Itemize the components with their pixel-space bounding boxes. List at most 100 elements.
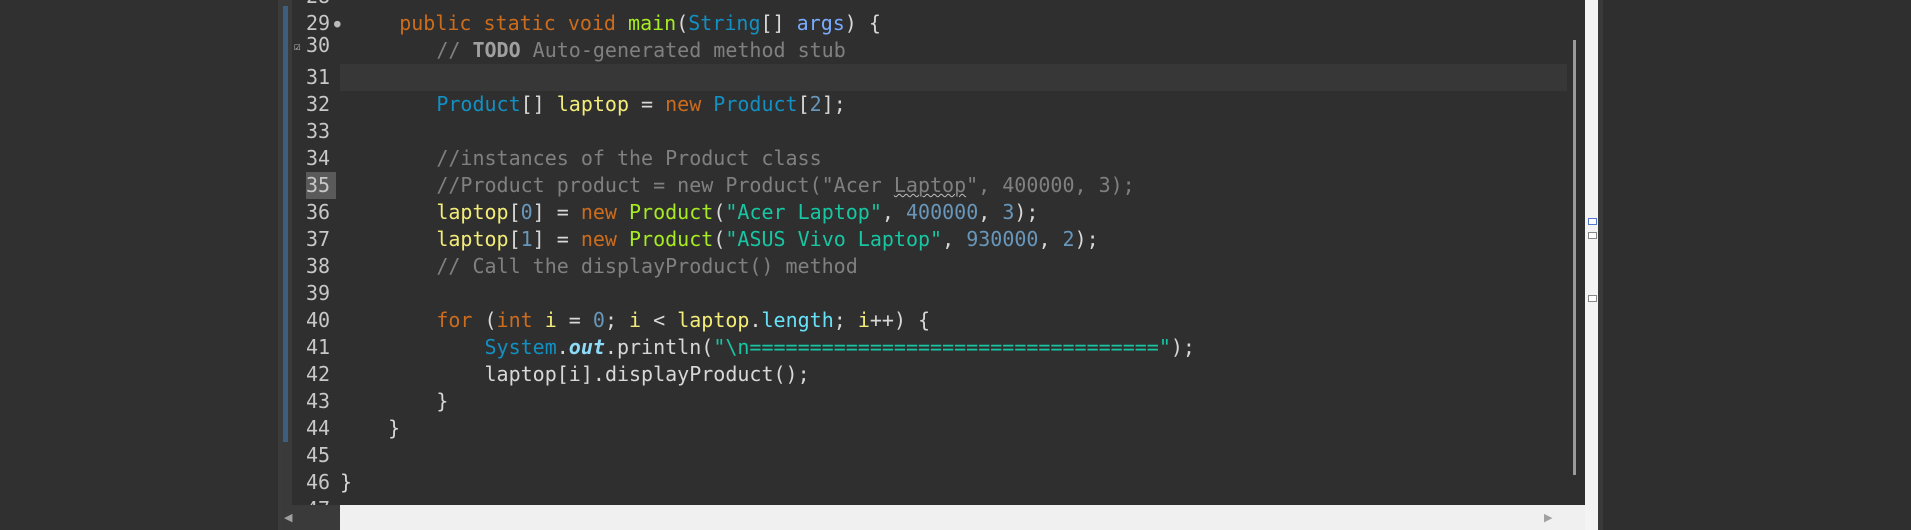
task-icon[interactable]: ☑	[294, 40, 301, 53]
code-token: 0	[520, 200, 533, 224]
current-line-highlight	[340, 64, 1585, 91]
code-token: new	[665, 92, 702, 116]
line-number-gutter[interactable]: 28 29 ● 30 ☑ 31 32 33 34 35 36 37 38 39 …	[292, 0, 341, 505]
code-line: }	[340, 415, 1585, 442]
code-token: ) {	[844, 11, 881, 35]
code-token: args	[796, 11, 845, 35]
code-token: .	[749, 308, 762, 332]
code-token: =	[556, 308, 593, 332]
code-token: //	[436, 38, 473, 62]
code-token: []	[520, 92, 557, 116]
code-token: [	[508, 227, 521, 251]
code-token: 400000	[906, 200, 979, 224]
code-token: }	[388, 416, 401, 440]
arrow-left-icon[interactable]: ◀	[284, 511, 292, 524]
code-token: ();	[773, 362, 810, 386]
code-token: [	[508, 200, 521, 224]
code-line: laptop[i].displayProduct();	[340, 361, 1585, 388]
code-line: }	[340, 388, 1585, 415]
code-token: static	[483, 11, 556, 35]
code-token: //instances of the Product class	[436, 146, 822, 170]
code-token: 2	[1062, 227, 1075, 251]
code-token: laptop	[556, 92, 629, 116]
code-token: for	[436, 308, 473, 332]
code-token: []	[760, 11, 797, 35]
line-number-highlighted: 35	[306, 172, 336, 199]
code-token: Product	[629, 227, 714, 251]
code-token: ] =	[532, 200, 581, 224]
code-token: 930000	[966, 227, 1039, 251]
code-token: .	[604, 335, 617, 359]
code-line: //instances of the Product class	[340, 145, 1585, 172]
change-ruler	[282, 0, 292, 505]
code-text-area[interactable]: public static void main(String[] args) {…	[340, 0, 1585, 505]
code-token: "ASUS Vivo Laptop"	[725, 227, 943, 251]
code-token: (	[472, 308, 497, 332]
code-token: laptop	[436, 200, 509, 224]
code-line: laptop[0] = new Product("Acer Laptop", 4…	[340, 199, 1585, 226]
code-token: ,	[881, 200, 906, 224]
code-token: laptop	[484, 362, 557, 386]
code-token: laptop	[436, 227, 509, 251]
code-token: }	[340, 470, 353, 494]
arrow-right-icon[interactable]: ▶	[1544, 511, 1552, 524]
code-token: 3	[1002, 200, 1015, 224]
code-token: ];	[821, 92, 846, 116]
code-token: length	[761, 308, 834, 332]
code-token: println	[616, 335, 702, 359]
code-token: TODO	[472, 38, 521, 62]
code-token: new	[580, 200, 617, 224]
code-token: ", 400000, 3);	[966, 173, 1135, 197]
code-token: (	[713, 200, 726, 224]
code-token: i	[568, 362, 581, 386]
code-token: String	[688, 11, 761, 35]
code-token: =	[629, 92, 666, 116]
code-token: ++) {	[869, 308, 931, 332]
code-token: [	[797, 92, 810, 116]
code-line: laptop[1] = new Product("ASUS Vivo Lapto…	[340, 226, 1585, 253]
overview-marker[interactable]	[1588, 232, 1597, 239]
vertical-scrollbar-thumb[interactable]	[1573, 40, 1576, 475]
left-panel	[0, 0, 278, 530]
code-token: (	[701, 335, 714, 359]
code-token: public	[399, 11, 472, 35]
code-token: ;	[604, 308, 630, 332]
code-token: // Call the displayProduct() method	[436, 254, 858, 278]
code-token: void	[567, 11, 616, 35]
code-line: public static void main(String[] args) {	[339, 10, 1584, 37]
code-token: 2	[809, 92, 822, 116]
code-token: laptop	[677, 308, 750, 332]
horizontal-scrollbar[interactable]: ◀ ▶	[282, 505, 1585, 530]
code-token: i	[629, 308, 642, 332]
code-token: );	[1170, 335, 1195, 359]
code-token: (	[713, 227, 726, 251]
overview-marker[interactable]	[1588, 218, 1597, 225]
code-token: }	[436, 389, 449, 413]
overview-marker[interactable]	[1588, 295, 1597, 302]
code-token: "\n=================================="	[713, 335, 1171, 359]
code-token: displayProduct	[604, 362, 774, 386]
code-token: new	[580, 227, 617, 251]
code-line: // TODO Auto-generated method stub	[340, 37, 1585, 64]
code-token: out	[568, 335, 605, 359]
code-line: System.out.println("\n==================…	[340, 334, 1585, 361]
code-token: i	[857, 308, 870, 332]
code-token: Product	[713, 92, 798, 116]
right-panel	[1601, 0, 1911, 530]
code-line: //Product product = new Product("Acer La…	[340, 172, 1585, 199]
vertical-scrollbar[interactable]	[1567, 0, 1585, 505]
code-token: );	[1014, 200, 1039, 224]
code-token: ,	[942, 227, 967, 251]
code-token: //Product product = new Product("Acer	[436, 173, 894, 197]
code-editor[interactable]: 28 29 ● 30 ☑ 31 32 33 34 35 36 37 38 39 …	[282, 0, 1585, 505]
code-token: ,	[978, 200, 1003, 224]
code-token: Product	[629, 200, 714, 224]
code-token: ,	[1038, 227, 1063, 251]
code-token: [	[556, 362, 569, 386]
code-token: );	[1074, 227, 1099, 251]
code-token: (	[676, 11, 689, 35]
code-token: main	[628, 11, 677, 35]
code-token: .	[556, 335, 569, 359]
code-token: 1	[520, 227, 533, 251]
